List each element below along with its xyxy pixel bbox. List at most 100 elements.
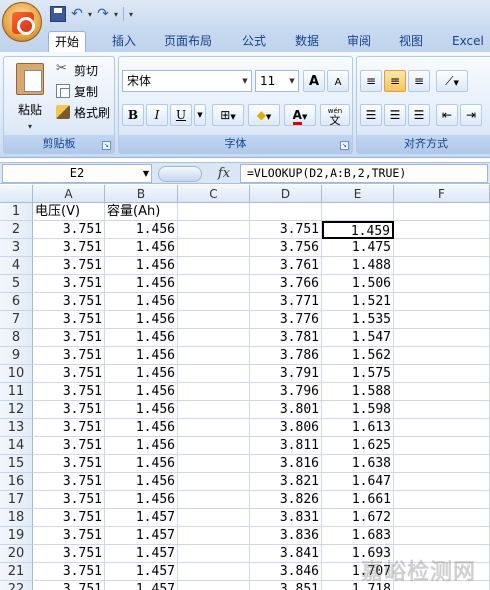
cell-a8[interactable]: 3.751 <box>33 329 105 347</box>
name-box-dropdown-icon[interactable]: ▼ <box>140 164 152 183</box>
select-all-corner[interactable] <box>0 185 33 203</box>
cell-a4[interactable]: 3.751 <box>33 257 105 275</box>
formula-input[interactable]: =VLOOKUP(D2,A:B,2,TRUE) <box>240 164 488 183</box>
row-header[interactable]: 8 <box>0 329 33 347</box>
column-header-e[interactable]: E <box>322 185 394 203</box>
cell-b9[interactable]: 1.456 <box>105 347 178 365</box>
cell-f3[interactable] <box>394 239 490 257</box>
cell-d12[interactable]: 3.801 <box>250 401 322 419</box>
cell-c1[interactable] <box>178 203 250 221</box>
shrink-font-button[interactable]: A <box>327 70 349 92</box>
tab-formulas[interactable]: 公式 <box>236 31 272 52</box>
cell-b11[interactable]: 1.456 <box>105 383 178 401</box>
cell-e16[interactable]: 1.647 <box>322 473 394 491</box>
cell-a19[interactable]: 3.751 <box>33 527 105 545</box>
row-header[interactable]: 12 <box>0 401 33 419</box>
cell-f7[interactable] <box>394 311 490 329</box>
cell-d13[interactable]: 3.806 <box>250 419 322 437</box>
cell-e3[interactable]: 1.475 <box>322 239 394 257</box>
cell-e2[interactable]: 1.459 <box>322 221 394 239</box>
cell-f13[interactable] <box>394 419 490 437</box>
cell-c4[interactable] <box>178 257 250 275</box>
cell-b4[interactable]: 1.456 <box>105 257 178 275</box>
cell-e17[interactable]: 1.661 <box>322 491 394 509</box>
align-center-button[interactable]: ☰ <box>384 104 406 126</box>
font-color-dropdown-icon[interactable]: ▼ <box>302 113 307 121</box>
cell-c3[interactable] <box>178 239 250 257</box>
redo-icon[interactable]: ↷ <box>95 6 111 22</box>
align-right-button[interactable]: ☰ <box>408 104 430 126</box>
cell-d18[interactable]: 3.831 <box>250 509 322 527</box>
orientation-dropdown-icon[interactable]: ▼ <box>454 79 459 87</box>
clipboard-dialog-launcher-icon[interactable]: ↘ <box>102 141 111 150</box>
cell-f18[interactable] <box>394 509 490 527</box>
cell-e8[interactable]: 1.547 <box>322 329 394 347</box>
cell-b15[interactable]: 1.456 <box>105 455 178 473</box>
tab-data[interactable]: 数据 <box>289 31 325 52</box>
tab-view[interactable]: 视图 <box>393 31 429 52</box>
cell-a22[interactable]: 3.751 <box>33 581 105 590</box>
cell-b21[interactable]: 1.457 <box>105 563 178 581</box>
cell-a21[interactable]: 3.751 <box>33 563 105 581</box>
cell-b8[interactable]: 1.456 <box>105 329 178 347</box>
row-header[interactable]: 6 <box>0 293 33 311</box>
cell-a1[interactable]: 电压(V) <box>33 203 105 221</box>
underline-button[interactable]: U <box>170 104 192 126</box>
cell-f4[interactable] <box>394 257 490 275</box>
cell-d19[interactable]: 3.836 <box>250 527 322 545</box>
cell-e5[interactable]: 1.506 <box>322 275 394 293</box>
column-header-a[interactable]: A <box>33 185 105 203</box>
phonetic-button[interactable]: wén 文 <box>320 104 350 126</box>
cell-b7[interactable]: 1.456 <box>105 311 178 329</box>
cell-c6[interactable] <box>178 293 250 311</box>
cell-b6[interactable]: 1.456 <box>105 293 178 311</box>
cell-e4[interactable]: 1.488 <box>322 257 394 275</box>
column-header-d[interactable]: D <box>250 185 322 203</box>
cell-a14[interactable]: 3.751 <box>33 437 105 455</box>
font-color-button[interactable]: A▼ <box>284 104 316 126</box>
tab-review[interactable]: 审阅 <box>341 31 377 52</box>
cell-c21[interactable] <box>178 563 250 581</box>
cell-b22[interactable]: 1.457 <box>105 581 178 590</box>
cell-c2[interactable] <box>178 221 250 239</box>
tab-page-layout[interactable]: 页面布局 <box>158 31 218 52</box>
cell-a7[interactable]: 3.751 <box>33 311 105 329</box>
cell-c11[interactable] <box>178 383 250 401</box>
bold-button[interactable]: B <box>122 104 144 126</box>
row-header[interactable]: 21 <box>0 563 33 581</box>
cell-d2[interactable]: 3.751 <box>250 221 322 239</box>
cell-d5[interactable]: 3.766 <box>250 275 322 293</box>
cell-e18[interactable]: 1.672 <box>322 509 394 527</box>
cell-b10[interactable]: 1.456 <box>105 365 178 383</box>
cell-c8[interactable] <box>178 329 250 347</box>
row-header[interactable]: 20 <box>0 545 33 563</box>
column-header-b[interactable]: B <box>105 185 178 203</box>
cell-a2[interactable]: 3.751 <box>33 221 105 239</box>
format-painter-button[interactable]: 格式刷 <box>56 103 110 121</box>
column-header-f[interactable]: F <box>394 185 490 203</box>
row-header[interactable]: 13 <box>0 419 33 437</box>
paste-button[interactable]: 粘贴 ▾ <box>10 61 50 133</box>
cell-c18[interactable] <box>178 509 250 527</box>
align-top-button[interactable]: ≡ <box>360 70 382 92</box>
cell-c13[interactable] <box>178 419 250 437</box>
cell-f12[interactable] <box>394 401 490 419</box>
row-header[interactable]: 4 <box>0 257 33 275</box>
cut-button[interactable]: 剪切 <box>56 61 98 79</box>
cell-d21[interactable]: 3.846 <box>250 563 322 581</box>
cell-f2[interactable] <box>394 221 490 239</box>
cell-c20[interactable] <box>178 545 250 563</box>
cell-e1[interactable] <box>322 203 394 221</box>
cell-b13[interactable]: 1.456 <box>105 419 178 437</box>
save-icon[interactable] <box>50 6 66 22</box>
cell-c7[interactable] <box>178 311 250 329</box>
cell-b1[interactable]: 容量(Ah) <box>105 203 178 221</box>
undo-icon[interactable]: ↶ <box>69 6 85 22</box>
column-header-c[interactable]: C <box>178 185 250 203</box>
cell-a9[interactable]: 3.751 <box>33 347 105 365</box>
cell-e11[interactable]: 1.588 <box>322 383 394 401</box>
row-header[interactable]: 1 <box>0 203 33 221</box>
cell-d6[interactable]: 3.771 <box>250 293 322 311</box>
cell-e12[interactable]: 1.598 <box>322 401 394 419</box>
tab-home[interactable]: 开始 <box>48 31 87 52</box>
